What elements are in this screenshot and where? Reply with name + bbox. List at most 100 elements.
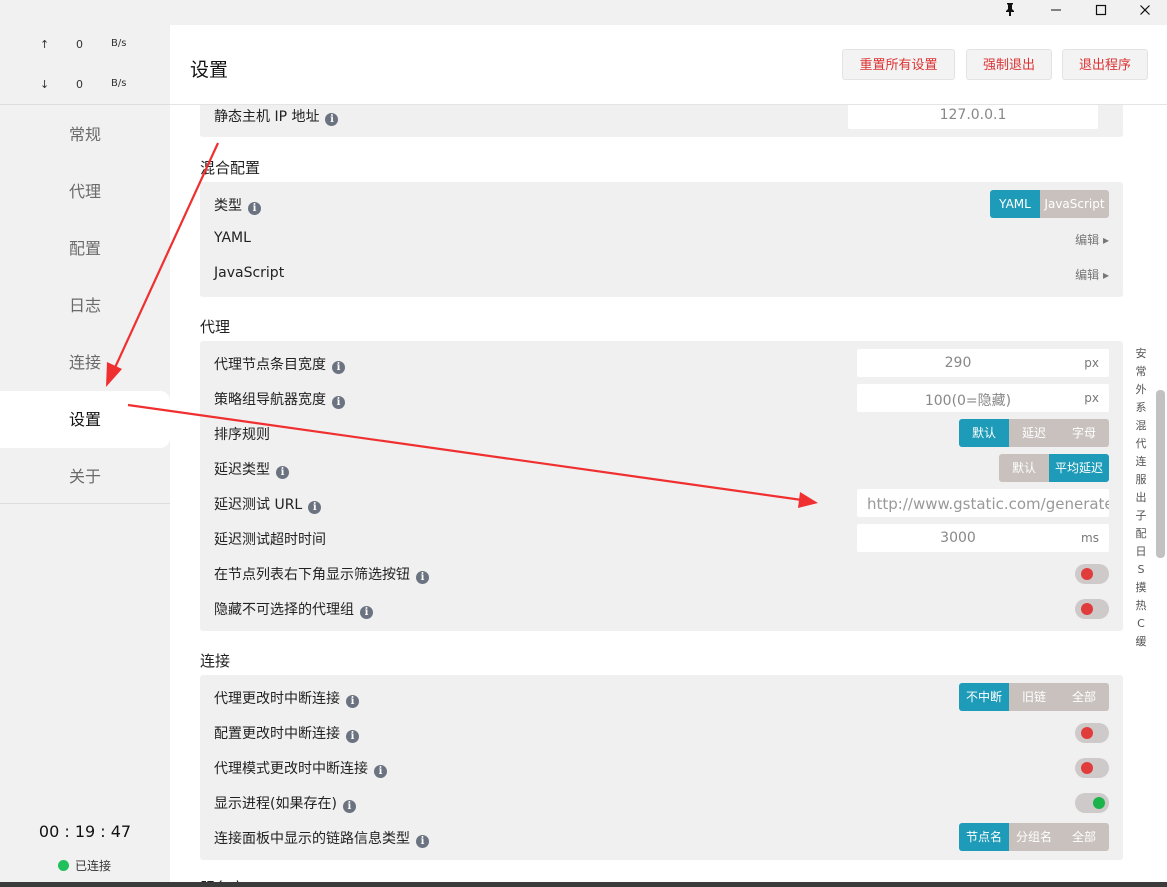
mixin-js-edit-link[interactable]: 编辑 ▸	[1075, 266, 1109, 283]
info-icon[interactable]: i	[332, 361, 345, 374]
break-on-proxy-change-text: 代理更改时中断连接	[214, 691, 340, 707]
break-mode-none[interactable]: 不中断	[959, 683, 1009, 711]
break-on-config-change-text: 配置更改时中断连接	[214, 726, 340, 742]
taskbar-strip	[0, 882, 1167, 887]
filter-button-toggle[interactable]	[1075, 564, 1109, 584]
scrollbar-thumb[interactable]	[1156, 390, 1165, 558]
timeout-input[interactable]: 3000 ms	[857, 524, 1109, 552]
sort-default[interactable]: 默认	[959, 419, 1009, 447]
index-item[interactable]: 配	[1134, 525, 1148, 543]
index-item[interactable]: 服	[1134, 471, 1148, 489]
mixin-yaml-row[interactable]: YAML 编辑 ▸	[214, 222, 1109, 257]
index-item[interactable]: 缓	[1134, 633, 1148, 651]
latency-type-average[interactable]: 平均延迟	[1049, 454, 1109, 482]
reset-all-settings-button[interactable]: 重置所有设置	[842, 49, 955, 80]
sidebar-item-proxies[interactable]: 代理	[0, 163, 170, 220]
mixin-js-row[interactable]: JavaScript 编辑 ▸	[214, 257, 1109, 292]
mixin-yaml-edit-link[interactable]: 编辑 ▸	[1075, 231, 1109, 248]
section-title-mixin: 混合配置	[200, 159, 261, 177]
mixin-yaml-label: YAML	[214, 230, 251, 246]
sidebar-item-connections[interactable]: 连接	[0, 334, 170, 391]
sidebar-item-about[interactable]: 关于	[0, 448, 170, 505]
sidebar-item-logs[interactable]: 日志	[0, 277, 170, 334]
index-item[interactable]: 出	[1134, 489, 1148, 507]
info-icon[interactable]: i	[360, 606, 373, 619]
info-icon[interactable]: i	[332, 396, 345, 409]
show-process-toggle[interactable]	[1075, 793, 1109, 813]
index-item[interactable]: 安	[1134, 345, 1148, 363]
info-icon[interactable]: i	[416, 571, 429, 584]
info-icon[interactable]: i	[374, 765, 387, 778]
force-quit-button[interactable]: 强制退出	[966, 49, 1052, 80]
timeout-label: 延迟测试超时时间	[214, 532, 326, 548]
chain-info-node[interactable]: 节点名	[959, 823, 1009, 851]
index-item[interactable]: 日	[1134, 543, 1148, 561]
sidebar-item-general[interactable]: 常规	[0, 106, 170, 163]
pin-icon[interactable]	[990, 0, 1030, 25]
hide-unselectable-text: 隐藏不可选择的代理组	[214, 602, 354, 618]
index-item[interactable]: 摸	[1134, 579, 1148, 597]
sidebar-item-profiles[interactable]: 配置	[0, 220, 170, 277]
hide-unselectable-toggle[interactable]	[1075, 599, 1109, 619]
index-item[interactable]: 混	[1134, 417, 1148, 435]
mixin-panel: 类型 i YAML JavaScript YAML 编辑 ▸ JavaScript…	[200, 182, 1123, 297]
close-button[interactable]	[1125, 0, 1165, 25]
break-mode-chain[interactable]: 旧链	[1009, 683, 1059, 711]
status-dot-icon	[58, 860, 69, 871]
exit-app-button[interactable]: 退出程序	[1062, 49, 1148, 80]
break-mode-switch[interactable]: 不中断 旧链 全部	[959, 683, 1109, 711]
info-icon[interactable]: i	[346, 730, 359, 743]
index-item[interactable]: 系	[1134, 399, 1148, 417]
break-on-config-change-label: 配置更改时中断连接 i	[214, 723, 359, 743]
chain-info-switch[interactable]: 节点名 分组名 全部	[959, 823, 1109, 851]
index-item[interactable]: 子	[1134, 507, 1148, 525]
info-icon[interactable]: i	[325, 113, 339, 126]
break-on-mode-change-text: 代理模式更改时中断连接	[214, 761, 368, 777]
chain-info-all[interactable]: 全部	[1059, 823, 1109, 851]
info-icon[interactable]: i	[416, 835, 429, 848]
sort-label: 排序规则	[214, 427, 270, 443]
mixin-type-switch[interactable]: YAML JavaScript	[990, 190, 1109, 218]
sort-alphabet[interactable]: 字母	[1059, 419, 1109, 447]
info-icon[interactable]: i	[248, 202, 261, 215]
index-item[interactable]: 代	[1134, 435, 1148, 453]
info-icon[interactable]: i	[346, 695, 359, 708]
traffic-panel: ↑ 0 B/s ↓ 0 B/s	[0, 25, 170, 105]
chain-info-group[interactable]: 分组名	[1009, 823, 1059, 851]
dns-panel: 静态主机 IP 地址 i 127.0.0.1	[200, 105, 1123, 137]
mixin-type-yaml[interactable]: YAML	[990, 190, 1040, 218]
info-icon[interactable]: i	[308, 501, 322, 514]
toggle-knob	[1081, 603, 1093, 615]
index-item[interactable]: 常	[1134, 363, 1148, 381]
break-mode-all[interactable]: 全部	[1059, 683, 1109, 711]
minimize-button[interactable]	[1036, 0, 1076, 25]
node-width-text: 代理节点条目宽度	[214, 357, 326, 373]
info-icon[interactable]: i	[342, 800, 356, 813]
break-on-mode-change-toggle[interactable]	[1075, 758, 1109, 778]
show-process-row: 显示进程(如果存在) i	[214, 785, 1109, 820]
latency-url-input[interactable]: http://www.gstatic.com/generate_204	[857, 489, 1109, 517]
latency-type-default[interactable]: 默认	[999, 454, 1049, 482]
index-item[interactable]: C	[1134, 615, 1148, 633]
node-width-input[interactable]: 290 px	[857, 349, 1109, 377]
sidebar-item-settings[interactable]: 设置	[0, 391, 170, 448]
index-item[interactable]: 外	[1134, 381, 1148, 399]
index-item[interactable]: S	[1134, 561, 1148, 579]
index-item[interactable]: 连	[1134, 453, 1148, 471]
info-icon[interactable]: i	[276, 466, 289, 479]
break-on-config-change-toggle[interactable]	[1075, 723, 1109, 743]
sort-latency[interactable]: 延迟	[1009, 419, 1059, 447]
upload-arrow-icon: ↑	[40, 38, 50, 51]
nav-width-unit: px	[1084, 391, 1099, 405]
static-host-ip-input[interactable]: 127.0.0.1	[848, 105, 1098, 129]
connection-panel: 代理更改时中断连接 i 不中断 旧链 全部 配置更改时中断连接 i 代理模式更改时中…	[200, 675, 1123, 860]
sort-switch[interactable]: 默认 延迟 字母	[959, 419, 1109, 447]
maximize-button[interactable]	[1081, 0, 1121, 25]
section-title-connection: 连接	[200, 652, 231, 670]
nav-width-input[interactable]: 100(0=隐藏) px	[857, 384, 1109, 412]
index-item[interactable]: 热	[1134, 597, 1148, 615]
break-on-mode-change-row: 代理模式更改时中断连接 i	[214, 750, 1109, 785]
node-width-row: 代理节点条目宽度 i 290 px	[214, 346, 1109, 381]
latency-type-switch[interactable]: 默认 平均延迟	[999, 454, 1109, 482]
mixin-type-javascript[interactable]: JavaScript	[1040, 190, 1109, 218]
